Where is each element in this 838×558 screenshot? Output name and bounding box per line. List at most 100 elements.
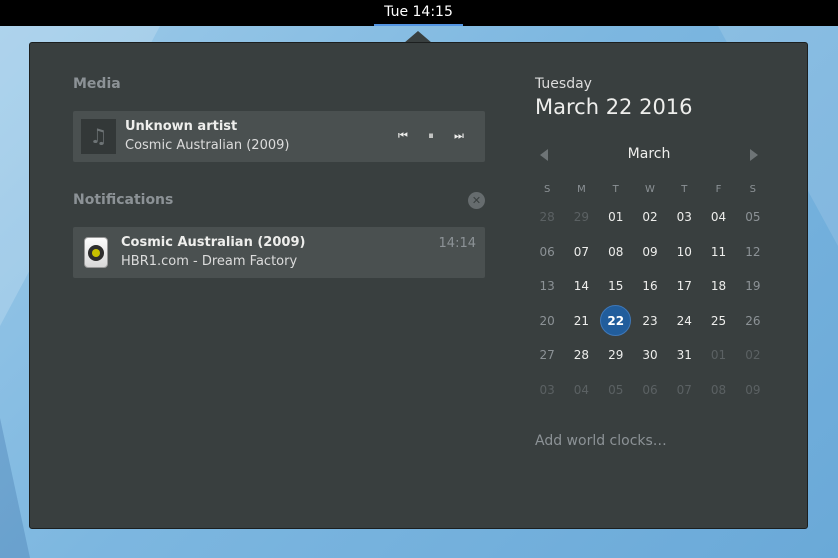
media-album: Cosmic Australian (2009) [125, 138, 290, 153]
calendar-day-today[interactable]: 22 [599, 305, 633, 337]
calendar-day[interactable]: 09 [736, 383, 770, 397]
calendar-week-row: 13 14 15 16 17 18 19 [530, 269, 770, 304]
calendar-day[interactable]: 20 [530, 314, 564, 328]
calendar-day[interactable]: 26 [736, 314, 770, 328]
calendar-day[interactable]: 30 [633, 348, 667, 362]
day-header-row: S M T W T F S [530, 178, 770, 200]
calendar-day-label: 04 [573, 382, 590, 397]
calendar-day-label: 15 [608, 279, 624, 294]
calendar-day[interactable]: 15 [599, 279, 633, 293]
day-header: M [577, 183, 586, 195]
calendar-day[interactable]: 10 [667, 245, 701, 259]
calendar-day-label: 13 [539, 279, 555, 294]
calendar-day[interactable]: 01 [701, 348, 735, 362]
media-player[interactable]: ♫ Unknown artist Cosmic Australian (2009… [73, 111, 485, 162]
calendar-day-label: 09 [745, 382, 761, 397]
calendar-day[interactable]: 09 [633, 245, 667, 259]
calendar-day[interactable]: 01 [599, 210, 633, 224]
calendar-day[interactable]: 19 [736, 279, 770, 293]
calendar-grid: S M T W T F S 28 29 01 02 03 04 05 06 07 08 09 10 11… [530, 178, 770, 407]
notification-body: HBR1.com - Dream Factory [121, 254, 298, 269]
previous-month-button[interactable] [538, 147, 552, 163]
calendar-day[interactable]: 03 [530, 383, 564, 397]
calendar-day-label: 09 [642, 244, 658, 259]
calendar-day[interactable]: 17 [667, 279, 701, 293]
calendar-day[interactable]: 28 [530, 210, 564, 224]
calendar-day-label: 01 [710, 348, 727, 363]
calendar-week-row: 28 29 01 02 03 04 05 [530, 200, 770, 235]
calendar-day-label: 07 [573, 244, 590, 259]
weekday-label: Tuesday [535, 76, 592, 92]
calendar-day-label: 19 [745, 279, 761, 294]
calendar-day[interactable]: 21 [564, 314, 598, 328]
calendar-day-label: 03 [539, 382, 555, 397]
calendar-day[interactable]: 06 [530, 245, 564, 259]
calendar-day-label: 25 [710, 313, 727, 328]
calendar-day[interactable]: 27 [530, 348, 564, 362]
calendar-day[interactable]: 06 [633, 383, 667, 397]
day-header: W [645, 183, 655, 195]
calendar-day-label: 02 [745, 348, 761, 363]
calendar-day[interactable]: 05 [599, 383, 633, 397]
calendar-day[interactable]: 04 [564, 383, 598, 397]
calendar-day-label: 30 [642, 348, 658, 363]
calendar-day[interactable]: 24 [667, 314, 701, 328]
calendar-day[interactable]: 11 [701, 245, 735, 259]
calendar-week-row: 03 04 05 06 07 08 09 [530, 373, 770, 408]
clear-notifications-button[interactable]: ✕ [468, 192, 485, 209]
calendar-day-label: 07 [676, 382, 692, 397]
calendar-day[interactable]: 14 [564, 279, 598, 293]
calendar-day[interactable]: 12 [736, 245, 770, 259]
calendar-day[interactable]: 31 [667, 348, 701, 362]
next-month-button[interactable] [748, 147, 762, 163]
calendar-day[interactable]: 16 [633, 279, 667, 293]
clock-button[interactable]: Tue 14:15 [374, 0, 463, 26]
calendar-week-row: 20 21 22 23 24 25 26 [530, 304, 770, 339]
calendar-day-label: 27 [539, 348, 555, 363]
calendar-day-label: 02 [642, 210, 658, 225]
calendar-day[interactable]: 02 [633, 210, 667, 224]
pause-button[interactable]: ⏸ [421, 126, 441, 146]
calendar-day[interactable]: 07 [667, 383, 701, 397]
calendar-day[interactable]: 04 [701, 210, 735, 224]
day-header: T [612, 183, 619, 195]
calendar-day[interactable]: 08 [599, 245, 633, 259]
calendar-day[interactable]: 13 [530, 279, 564, 293]
media-section-title: Media [73, 76, 121, 92]
calendar-day-label: 06 [642, 382, 658, 397]
day-header: S [749, 183, 756, 195]
calendar-day-label: 06 [539, 244, 555, 259]
calendar-day-label: 12 [745, 244, 761, 259]
calendar-week-row: 27 28 29 30 31 01 02 [530, 338, 770, 373]
calendar-day-label: 31 [676, 348, 692, 363]
calendar-day[interactable]: 18 [701, 279, 735, 293]
calendar-day-label: 05 [608, 382, 624, 397]
notification-time: 14:14 [438, 236, 476, 251]
calendar-day-label: 11 [710, 244, 727, 259]
previous-track-button[interactable]: ⏮ [393, 126, 413, 146]
calendar-day[interactable]: 07 [564, 245, 598, 259]
notifications-section-title: Notifications [73, 192, 174, 208]
top-bar: Tue 14:15 [0, 0, 838, 26]
calendar-day[interactable]: 03 [667, 210, 701, 224]
notification-title: Cosmic Australian (2009) [121, 235, 306, 250]
calendar-day-label: 16 [642, 279, 658, 294]
calendar-day[interactable]: 05 [736, 210, 770, 224]
calendar-day[interactable]: 08 [701, 383, 735, 397]
calendar-day[interactable]: 25 [701, 314, 735, 328]
calendar-week-row: 06 07 08 09 10 11 12 [530, 235, 770, 270]
date-label[interactable]: March 22 2016 [535, 95, 693, 119]
calendar-day-label: 18 [710, 279, 727, 294]
calendar-day-label: 04 [710, 210, 727, 225]
music-note-icon: ♫ [81, 119, 116, 154]
add-world-clocks-link[interactable]: Add world clocks… [535, 433, 667, 449]
calendar-day-label: 24 [676, 313, 692, 328]
calendar-day[interactable]: 29 [599, 348, 633, 362]
calendar-day[interactable]: 23 [633, 314, 667, 328]
notification-item[interactable]: Cosmic Australian (2009) HBR1.com - Drea… [73, 227, 485, 278]
calendar-day[interactable]: 29 [564, 210, 598, 224]
calendar-day[interactable]: 02 [736, 348, 770, 362]
calendar-day-label: 03 [676, 210, 692, 225]
calendar-day[interactable]: 28 [564, 348, 598, 362]
next-track-button[interactable]: ⏭ [449, 126, 469, 146]
